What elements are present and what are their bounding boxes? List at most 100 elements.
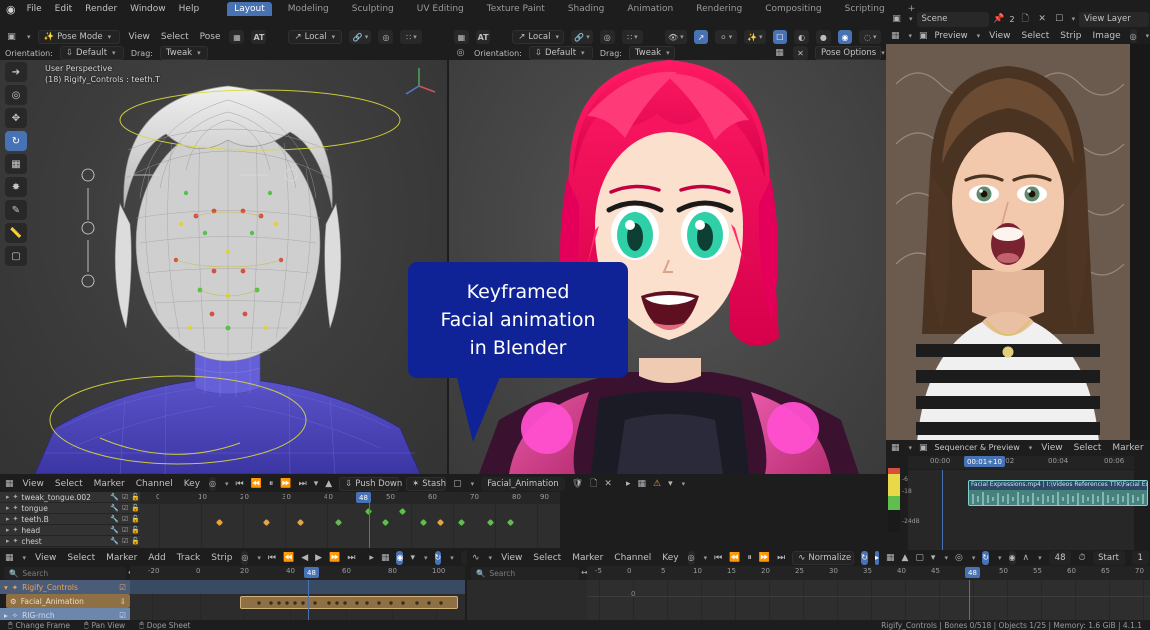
expand-chevron-icon[interactable]: ▸ xyxy=(6,493,10,501)
modifier-wrench-icon[interactable]: 🔧 xyxy=(110,515,119,523)
nla-expand-icon[interactable]: ▾ xyxy=(4,583,8,592)
proportional-falloff-b-icon[interactable]: ∷ xyxy=(622,30,644,44)
graph-auto-key-icon[interactable]: ◉ xyxy=(1009,551,1016,565)
action-name-field[interactable]: Facial_Animation xyxy=(481,477,565,491)
channel-enable-checkbox[interactable]: ☑ xyxy=(122,526,128,534)
expand-chevron-icon[interactable]: ▸ xyxy=(6,515,10,523)
duplicate-action-icon[interactable]: 🗋 xyxy=(590,477,597,491)
preview-menu-select[interactable]: Select xyxy=(1020,31,1052,41)
preview-editor-type-icon[interactable]: ▦ xyxy=(891,29,900,43)
modifier-wrench-icon[interactable]: 🔧 xyxy=(110,493,119,501)
visibility-icon[interactable]: 👁 xyxy=(665,30,687,44)
modifier-wrench-icon[interactable]: 🔧 xyxy=(110,504,119,512)
nla-play-icon[interactable]: ▶ xyxy=(315,551,322,565)
drag-b-value-selector[interactable]: Tweak xyxy=(629,46,675,60)
expand-chevron-icon[interactable]: ▸ xyxy=(6,526,10,534)
viewport-a-menu-select[interactable]: Select xyxy=(159,32,191,42)
interaction-mode-selector[interactable]: ✨ Pose Mode xyxy=(38,30,120,44)
rotate-tool-icon[interactable]: ↻ xyxy=(5,131,27,151)
keyframe[interactable] xyxy=(297,519,304,526)
orientation-value-selector[interactable]: ⇩ Default xyxy=(60,46,124,60)
graph-sync-icon[interactable]: ↻ xyxy=(982,551,989,565)
dope-sheet-channel-list[interactable]: ▸ ✦ tweak_tongue.002 🔧 ☑ 🔓 ▸ ✦ tongue 🔧 … xyxy=(0,492,140,548)
sort-icon[interactable]: ▲ xyxy=(325,477,332,491)
nla-menu-track[interactable]: Track xyxy=(175,553,203,563)
graph-preview-range-icon[interactable]: ⏱ xyxy=(1078,551,1085,565)
tab-uv-editing[interactable]: UV Editing xyxy=(410,2,471,16)
nla-menu-strip[interactable]: Strip xyxy=(209,553,234,563)
graph-jump-start-icon[interactable]: ⏮ xyxy=(714,551,722,565)
sequencer-timeline[interactable]: Facial Expressions.mp4 | I:\Videos Refer… xyxy=(908,470,1134,558)
tab-modeling[interactable]: Modeling xyxy=(281,2,336,16)
dope-editor-type-icon[interactable]: ▦ xyxy=(5,477,14,491)
graph-pause-icon[interactable]: ⏸ xyxy=(747,551,752,565)
only-selected-icon[interactable]: ▸ xyxy=(626,477,631,491)
keyframe[interactable] xyxy=(487,519,494,526)
graph-show-hidden-icon[interactable]: ▦ xyxy=(886,551,895,565)
nla-next-key-icon[interactable]: ⏩ xyxy=(329,551,340,565)
nla-editor-type-icon[interactable]: ▦ xyxy=(5,551,14,565)
nla-filter-icon[interactable]: ▾ xyxy=(410,551,415,565)
dope-proportional-icon[interactable]: ◎ xyxy=(209,477,216,491)
preview-menu-strip[interactable]: Strip xyxy=(1058,31,1083,41)
transform-orientation-selector[interactable]: ↗ Local xyxy=(288,30,342,44)
graph-menu-view[interactable]: View xyxy=(499,553,524,563)
nla-proportional-icon[interactable]: ◎ xyxy=(241,551,248,565)
pose-options-selector[interactable]: Pose Options xyxy=(815,46,881,60)
push-down-button[interactable]: ⇩ Push Down xyxy=(339,477,399,491)
channel-lock-icon[interactable]: 🔓 xyxy=(131,526,140,534)
graph-menu-channel[interactable]: Channel xyxy=(612,553,653,563)
graph-editor-type-icon[interactable]: ∿ xyxy=(472,551,480,565)
viewport-b-target-icon[interactable]: ◎ xyxy=(454,46,467,60)
blender-logo-icon[interactable]: ◉ xyxy=(6,3,16,16)
tab-layout[interactable]: Layout xyxy=(227,2,272,16)
channel-row[interactable]: ▸ ✦ tongue 🔧 ☑ 🔓 xyxy=(0,503,140,514)
sequencer-strip[interactable]: Facial Expressions.mp4 | I:\Videos Refer… xyxy=(968,480,1148,506)
nla-track-checkbox[interactable]: ☑ xyxy=(119,583,126,592)
graph-menu-select[interactable]: Select xyxy=(531,553,563,563)
fake-user-icon[interactable]: 🛡 xyxy=(572,477,583,491)
graph-filter-icon[interactable]: ▾ xyxy=(931,551,936,565)
snap-toggle-icon[interactable]: ▦ xyxy=(454,30,469,44)
move-tool-icon[interactable]: ✥ xyxy=(5,108,27,128)
graph-menu-key[interactable]: Key xyxy=(660,553,680,563)
channel-row[interactable]: ▸ ✦ chest 🔧 ☑ 🔓 xyxy=(0,536,140,547)
viewport-a-menu-view[interactable]: View xyxy=(127,32,152,42)
graph-keying-set-icon[interactable]: ∧ xyxy=(1023,551,1030,565)
dope-menu-marker[interactable]: Marker xyxy=(92,479,127,489)
nla-menu-select[interactable]: Select xyxy=(65,553,97,563)
nla-only-selected-icon[interactable]: ▸ xyxy=(369,551,374,565)
view-layer-name-field[interactable]: View Layer xyxy=(1079,12,1149,27)
keyframe[interactable] xyxy=(458,519,465,526)
transform-pivot-icon[interactable]: ▦ xyxy=(229,30,244,44)
channel-lock-icon[interactable]: 🔓 xyxy=(131,515,140,523)
proportional-falloff-icon[interactable]: ∷ xyxy=(400,30,422,44)
keyframe[interactable] xyxy=(382,519,389,526)
graph-proportional-icon[interactable]: ◎ xyxy=(688,551,695,565)
keyframe[interactable] xyxy=(420,519,427,526)
transform-orientation-b-selector[interactable]: ↗ Local xyxy=(512,30,564,44)
snap-target-icon[interactable]: AT xyxy=(251,30,266,44)
tweak-tool-icon[interactable]: ➔ xyxy=(5,62,27,82)
dope-filter-icon[interactable]: ▾ xyxy=(668,477,673,491)
nla-prev-key-icon[interactable]: ⏪ xyxy=(283,551,294,565)
nla-menu-view[interactable]: View xyxy=(33,553,58,563)
cursor-tool-icon[interactable]: ◎ xyxy=(5,85,27,105)
dope-sheet-keyframe-area[interactable]: 0 10 20 30 40 50 60 70 80 90 48 xyxy=(140,492,560,548)
xray-icon[interactable]: ✨ xyxy=(744,30,766,44)
pause-icon[interactable]: ⏸ xyxy=(269,477,274,491)
editor-type-icon[interactable]: ▣ xyxy=(5,30,18,44)
stash-button[interactable]: ✶ Stash xyxy=(406,477,446,491)
view-layer-icon[interactable]: ☐ xyxy=(1053,12,1066,26)
graph-ghost-curves-icon[interactable]: ▢ xyxy=(915,551,924,565)
scene-name-field[interactable]: Scene xyxy=(917,12,989,27)
dope-menu-select[interactable]: Select xyxy=(53,479,85,489)
sequencer-editor[interactable]: ▦ ▣ Sequencer & Preview View Select Mark… xyxy=(886,440,1150,558)
graph-only-selected-icon[interactable]: ▸ xyxy=(875,551,879,565)
channel-lock-icon[interactable]: 🔓 xyxy=(131,537,140,545)
pose-options-grid-icon[interactable]: ▦ xyxy=(773,46,786,60)
filter-funnel-icon[interactable]: ▾ xyxy=(314,477,319,491)
navigation-gizmo[interactable] xyxy=(397,62,441,106)
push-down-action-icon[interactable]: ⇩ xyxy=(120,597,126,606)
nla-menu-add[interactable]: Add xyxy=(146,553,167,563)
